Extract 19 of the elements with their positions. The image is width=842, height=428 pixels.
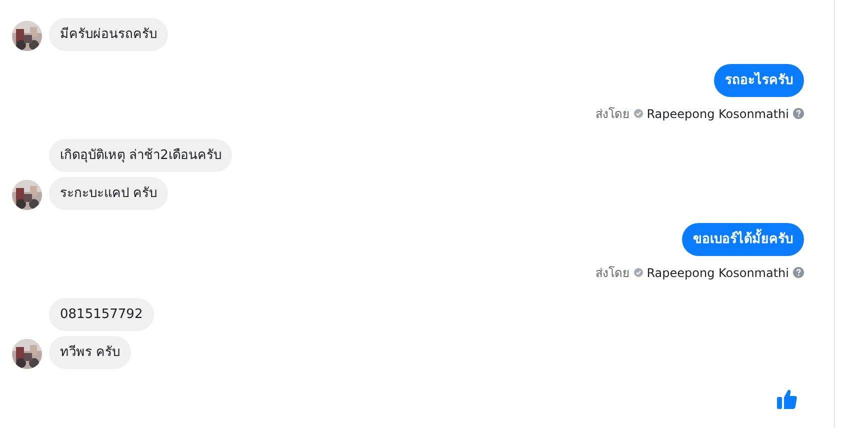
check-circle-icon [634,268,643,277]
avatar[interactable] [12,339,42,369]
sender-name: Rapeepong Kosonmathi [646,106,789,120]
thumbs-up-icon [776,388,798,410]
message-bubble: 0815157792 [49,298,154,331]
check-circle-icon [634,109,643,118]
message-bubble: มีครับผ่อนรถครับ [49,18,168,51]
message-bubble: ขอเบอร์ได้มั้ยครับ [682,223,804,256]
help-icon[interactable] [793,267,804,278]
sent-by-label: ส่งโดย [596,265,630,282]
help-icon[interactable] [793,108,804,119]
sender-name: Rapeepong Kosonmathi [646,266,789,280]
message-bubble: ระกะบะแคป ครับ [49,177,168,210]
avatar[interactable] [12,180,42,210]
sent-by-label: ส่งโดย [596,106,630,123]
message-bubble: ทวีพร ครับ [49,336,132,369]
message-bubble: เกิดอุบัติเหตุ ล่าช้า2เดือนครับ [49,139,232,172]
avatar[interactable] [12,21,42,51]
message-bubble: รถอะไรครับ [714,64,804,97]
